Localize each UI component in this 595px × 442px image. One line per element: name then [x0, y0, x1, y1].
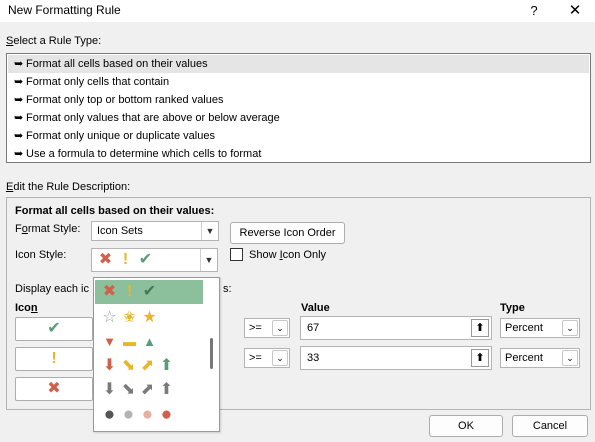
- green-triangle-up-icon: ▲: [143, 334, 156, 349]
- dark-gray-circle-icon: ●: [103, 404, 116, 425]
- icon-style-option[interactable]: ● ● ● ●: [95, 403, 203, 427]
- light-gray-circle-icon: ●: [122, 404, 135, 425]
- chevron-down-icon: ▼: [200, 249, 217, 271]
- red-circle-icon: ●: [160, 404, 173, 425]
- title-bar: New Formatting Rule ? ✕: [0, 0, 595, 22]
- green-arrow-up-icon: ⬆: [159, 357, 174, 374]
- dialog-title: New Formatting Rule: [8, 3, 121, 17]
- icon-style-option[interactable]: ☆ ✬ ★: [95, 306, 203, 330]
- cancel-button[interactable]: Cancel: [512, 415, 588, 437]
- gray-arrow-down-icon: ⬇: [102, 381, 117, 398]
- format-style-label: Format Style:: [15, 223, 81, 235]
- arrow-icon: ➥: [14, 130, 24, 142]
- rule-type-item[interactable]: ➥ Format only top or bottom ranked values: [8, 91, 589, 109]
- icon-style-option[interactable]: ✖ ! ✔: [95, 280, 203, 304]
- yellow-dash-icon: ▬: [123, 334, 136, 349]
- green-check-icon: ✔: [142, 283, 157, 300]
- chevron-down-icon: ⌄: [562, 350, 578, 366]
- yellow-exclamation-icon: !: [126, 283, 133, 300]
- type-select[interactable]: Percent ⌄: [500, 318, 580, 338]
- red-x-icon: ✖: [98, 251, 113, 268]
- ok-button[interactable]: OK: [429, 415, 503, 437]
- yellow-exclamation-icon: !: [122, 251, 129, 268]
- rule-type-item[interactable]: ➥ Format only unique or duplicate values: [8, 127, 589, 145]
- range-select-icon[interactable]: ⬆: [471, 349, 489, 367]
- green-check-icon: ✔: [138, 251, 153, 268]
- arrow-icon: ➥: [14, 58, 24, 70]
- format-style-select[interactable]: Icon Sets ▼: [91, 221, 219, 241]
- rule-description-heading: Edit the Rule Description:: [6, 181, 131, 193]
- icon-column-header: Icon: [15, 302, 38, 314]
- icon-style-select[interactable]: ✖ ! ✔ ▼: [91, 248, 218, 272]
- arrow-icon: ➥: [14, 94, 24, 106]
- dropdown-scrollbar[interactable]: [210, 338, 213, 369]
- rule-type-item[interactable]: ➥ Format only cells that contain: [8, 73, 589, 91]
- red-arrow-down-icon: ⬇: [102, 357, 117, 374]
- operator-select[interactable]: >= ⌄: [244, 348, 290, 368]
- arrow-icon: ➥: [14, 112, 24, 124]
- value-input[interactable]: 67 ⬆: [300, 316, 492, 340]
- help-icon[interactable]: ?: [516, 0, 552, 22]
- rule-type-item[interactable]: ➥ Format only values that are above or be…: [8, 109, 589, 127]
- yellow-arrow-upright-icon: ⬈: [140, 357, 155, 374]
- red-x-icon: ✖: [102, 283, 117, 300]
- value-column-header: Value: [301, 302, 330, 314]
- reverse-icon-order-button[interactable]: Reverse Icon Order: [230, 222, 345, 244]
- range-select-icon[interactable]: ⬆: [471, 319, 489, 337]
- arrow-icon: ➥: [14, 76, 24, 88]
- chevron-down-icon: ▼: [201, 222, 218, 240]
- chevron-down-icon: ⌄: [272, 320, 288, 336]
- description-subheading: Format all cells based on their values:: [15, 205, 215, 217]
- operator-select[interactable]: >= ⌄: [244, 318, 290, 338]
- gray-arrow-downright-icon: ⬊: [121, 381, 136, 398]
- display-each-label-start: Display each ic: [15, 283, 89, 295]
- icon-style-option[interactable]: ⬇ ⬊ ⬈ ⬆: [95, 378, 203, 402]
- star-half-icon: ✬: [122, 309, 137, 326]
- yellow-arrow-downright-icon: ⬊: [121, 357, 136, 374]
- icon-style-dropdown[interactable]: ✖ ! ✔ ☆ ✬ ★ ▼ ▬ ▲ ⬇ ⬊ ⬈ ⬆ ⬇ ⬊ ⬈ ⬆ ● ● ● …: [93, 277, 220, 432]
- chevron-down-icon: ⌄: [562, 320, 578, 336]
- value-input[interactable]: 33 ⬆: [300, 346, 492, 370]
- star-empty-icon: ☆: [102, 309, 117, 326]
- display-each-label-end: s:: [223, 283, 232, 295]
- show-icon-only-label: Show Icon Only: [249, 249, 327, 261]
- chevron-down-icon: ⌄: [272, 350, 288, 366]
- red-triangle-down-icon: ▼: [103, 334, 116, 349]
- type-select[interactable]: Percent ⌄: [500, 348, 580, 368]
- pink-circle-icon: ●: [141, 404, 154, 425]
- green-check-icon[interactable]: ✔: [15, 317, 93, 341]
- gray-arrow-up-icon: ⬆: [159, 381, 174, 398]
- rule-type-list[interactable]: ➥ Format all cells based on their values …: [6, 53, 591, 163]
- icon-style-option[interactable]: ▼ ▬ ▲: [95, 330, 203, 354]
- star-full-icon: ★: [142, 309, 157, 326]
- rule-type-item[interactable]: ➥ Format all cells based on their values: [8, 55, 589, 73]
- rule-type-item[interactable]: ➥ Use a formula to determine which cells …: [8, 145, 589, 163]
- type-column-header: Type: [500, 302, 525, 314]
- icon-style-option[interactable]: ⬇ ⬊ ⬈ ⬆: [95, 354, 203, 378]
- show-icon-only-checkbox[interactable]: [230, 248, 243, 261]
- yellow-exclamation-icon[interactable]: !: [15, 347, 93, 371]
- icon-style-label: Icon Style:: [15, 249, 67, 261]
- rule-type-heading: Select a Rule Type:: [6, 35, 102, 47]
- arrow-icon: ➥: [14, 148, 24, 160]
- red-x-icon[interactable]: ✖: [15, 377, 93, 401]
- close-icon[interactable]: ✕: [557, 0, 593, 22]
- gray-arrow-upright-icon: ⬈: [140, 381, 155, 398]
